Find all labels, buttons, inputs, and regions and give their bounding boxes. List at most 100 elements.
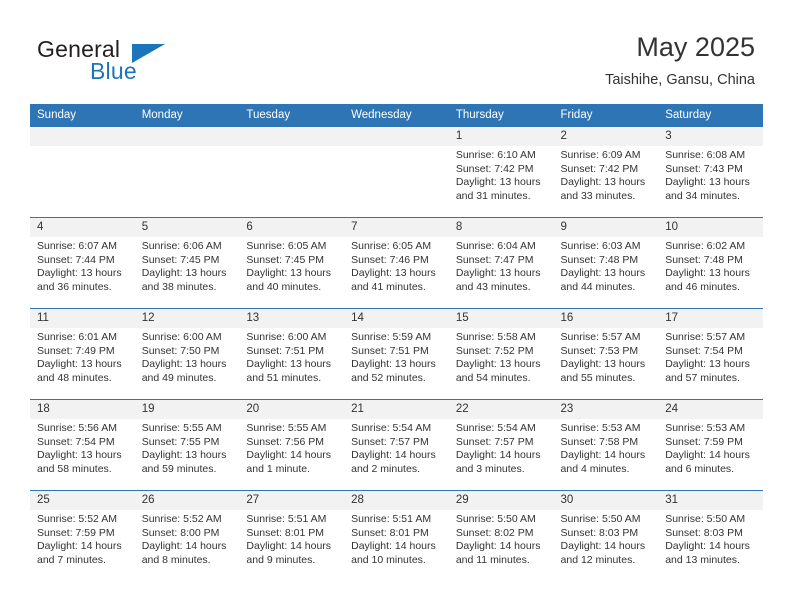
day-number: 11 (30, 309, 135, 328)
calendar-table: Sunday Monday Tuesday Wednesday Thursday… (30, 104, 763, 581)
calendar-day-cell[interactable]: 13 Sunrise: 6:00 AM Sunset: 7:51 PM Dayligh… (239, 308, 345, 400)
day-details: Sunrise: 6:09 AM Sunset: 7:42 PM Daylight:… (554, 146, 659, 203)
day-detail-line: Daylight: 13 hours (351, 358, 436, 371)
weekday-header-wednesday: Wednesday (344, 104, 449, 127)
day-details: Sunrise: 6:06 AM Sunset: 7:45 PM Daylight:… (135, 237, 240, 294)
calendar-day-cell[interactable]: 29 Sunrise: 5:50 AM Sunset: 8:02 PM Dayligh… (448, 490, 554, 581)
day-number: 24 (658, 400, 763, 419)
calendar-day-cell[interactable]: 17 Sunrise: 5:57 AM Sunset: 7:54 PM Dayligh… (658, 308, 763, 400)
calendar-day-cell[interactable]: 3 Sunrise: 6:08 AM Sunset: 7:43 PM Daylight… (658, 126, 763, 218)
day-detail-line: Daylight: 14 hours (141, 540, 227, 553)
day-details: Sunrise: 6:01 AM Sunset: 7:49 PM Daylight:… (30, 328, 135, 385)
day-details: Sunrise: 5:54 AM Sunset: 7:57 PM Daylight:… (344, 419, 449, 476)
calendar-day-cell[interactable]: 24 Sunrise: 5:53 AM Sunset: 7:59 PM Dayligh… (658, 399, 763, 491)
day-number: 7 (344, 218, 449, 237)
day-details: Sunrise: 5:55 AM Sunset: 7:55 PM Daylight:… (135, 419, 240, 476)
calendar-day-cell[interactable]: 23 Sunrise: 5:53 AM Sunset: 7:58 PM Dayligh… (553, 399, 659, 491)
day-detail-line: and 52 minutes. (351, 371, 426, 384)
day-details: Sunrise: 5:51 AM Sunset: 8:01 PM Daylight:… (239, 510, 344, 567)
weekday-header-thursday: Thursday (448, 104, 554, 127)
calendar-day-cell[interactable]: 9 Sunrise: 6:03 AM Sunset: 7:48 PM Daylight… (553, 217, 659, 309)
calendar-day-cell[interactable]: 5 Sunrise: 6:06 AM Sunset: 7:45 PM Daylight… (134, 217, 240, 309)
day-detail-line: Sunrise: 6:03 AM (560, 240, 641, 252)
calendar-day-cell[interactable]: 22 Sunrise: 5:54 AM Sunset: 7:57 PM Dayligh… (448, 399, 554, 491)
day-details: Sunrise: 5:55 AM Sunset: 7:56 PM Daylight:… (239, 419, 344, 476)
day-details: Sunrise: 6:08 AM Sunset: 7:43 PM Daylight:… (658, 146, 763, 203)
day-detail-line: Sunrise: 6:04 AM (455, 240, 536, 252)
calendar-day-cell[interactable]: 6 Sunrise: 6:05 AM Sunset: 7:45 PM Daylight… (239, 217, 345, 309)
calendar-week-row: 25 Sunrise: 5:52 AM Sunset: 7:59 PM Dayligh… (30, 490, 763, 581)
day-detail-line: Sunset: 8:03 PM (560, 526, 639, 539)
page-subtitle: Taishihe, Gansu, China (605, 72, 755, 88)
day-detail-line: Daylight: 14 hours (560, 449, 646, 462)
day-detail-line: Sunset: 7:46 PM (351, 253, 429, 266)
calendar-day-cell[interactable]: 16 Sunrise: 5:57 AM Sunset: 7:53 PM Dayligh… (553, 308, 659, 400)
page-header: General Blue May 2025 Taishihe, Gansu, C… (0, 0, 792, 100)
calendar-day-cell[interactable]: 12 Sunrise: 6:00 AM Sunset: 7:50 PM Dayligh… (134, 308, 240, 400)
page-title: May 2025 (636, 32, 755, 62)
day-details: Sunrise: 6:00 AM Sunset: 7:50 PM Daylight:… (135, 328, 240, 385)
title-block: May 2025 Taishihe, Gansu, China (605, 30, 755, 90)
day-detail-line: Sunset: 7:43 PM (665, 162, 743, 175)
calendar-day-cell[interactable]: 15 Sunrise: 5:58 AM Sunset: 7:52 PM Dayligh… (448, 308, 554, 400)
calendar-day-cell[interactable]: 11 Sunrise: 6:01 AM Sunset: 7:49 PM Dayligh… (30, 308, 135, 400)
day-details: Sunrise: 6:03 AM Sunset: 7:48 PM Daylight:… (554, 237, 659, 294)
calendar-day-cell[interactable]: 8 Sunrise: 6:04 AM Sunset: 7:47 PM Daylight… (448, 217, 554, 309)
calendar-day-cell[interactable]: 1 Sunrise: 6:10 AM Sunset: 7:42 PM Daylight… (448, 126, 554, 218)
day-detail-line: Sunset: 7:54 PM (37, 435, 115, 448)
day-detail-line: and 49 minutes. (141, 371, 217, 384)
calendar-day-cell[interactable]: 10 Sunrise: 6:02 AM Sunset: 7:48 PM Dayligh… (658, 217, 763, 309)
day-detail-line: Sunset: 7:57 PM (455, 435, 534, 448)
calendar-body: 1 Sunrise: 6:10 AM Sunset: 7:42 PM Daylight… (30, 126, 763, 581)
day-details: Sunrise: 6:10 AM Sunset: 7:42 PM Daylight:… (449, 146, 554, 203)
day-detail-line: Daylight: 13 hours (560, 176, 646, 189)
calendar-day-cell[interactable]: 30 Sunrise: 5:50 AM Sunset: 8:03 PM Dayligh… (553, 490, 659, 581)
calendar-day-cell[interactable]: 7 Sunrise: 6:05 AM Sunset: 7:46 PM Daylight… (344, 217, 449, 309)
day-detail-line: Sunset: 7:57 PM (351, 435, 429, 448)
calendar-day-cell[interactable]: 28 Sunrise: 5:51 AM Sunset: 8:01 PM Dayligh… (344, 490, 449, 581)
day-detail-line: and 33 minutes. (560, 189, 636, 202)
weekday-header-row: Sunday Monday Tuesday Wednesday Thursday… (30, 104, 763, 127)
calendar-day-cell[interactable]: 20 Sunrise: 5:55 AM Sunset: 7:56 PM Dayligh… (239, 399, 345, 491)
day-detail-line: and 10 minutes. (351, 553, 426, 566)
day-details: Sunrise: 6:05 AM Sunset: 7:45 PM Daylight:… (239, 237, 344, 294)
day-number: 25 (30, 491, 135, 510)
day-detail-line: Daylight: 14 hours (246, 540, 332, 553)
day-number: 13 (239, 309, 345, 328)
day-detail-line: and 2 minutes. (351, 462, 420, 475)
day-detail-line: Daylight: 14 hours (455, 540, 541, 553)
day-detail-line: Daylight: 13 hours (665, 267, 750, 280)
day-detail-line: Sunset: 8:03 PM (665, 526, 743, 539)
day-detail-line: Sunrise: 5:52 AM (141, 513, 222, 525)
day-detail-line: and 3 minutes. (455, 462, 525, 475)
day-detail-line: Sunrise: 6:02 AM (665, 240, 746, 252)
day-detail-line: Daylight: 13 hours (141, 267, 227, 280)
day-detail-line: Sunrise: 6:00 AM (246, 331, 327, 343)
calendar-day-cell[interactable]: 18 Sunrise: 5:56 AM Sunset: 7:54 PM Dayligh… (30, 399, 135, 491)
day-number: 15 (448, 309, 554, 328)
day-detail-line: Sunset: 7:51 PM (351, 344, 429, 357)
calendar-day-cell[interactable]: 21 Sunrise: 5:54 AM Sunset: 7:57 PM Dayligh… (344, 399, 449, 491)
calendar-day-cell[interactable]: 26 Sunrise: 5:52 AM Sunset: 8:00 PM Dayligh… (134, 490, 240, 581)
day-detail-line: and 8 minutes. (141, 553, 211, 566)
day-detail-line: Sunset: 7:50 PM (141, 344, 220, 357)
calendar-day-cell[interactable]: 14 Sunrise: 5:59 AM Sunset: 7:51 PM Dayligh… (344, 308, 449, 400)
day-detail-line: and 6 minutes. (665, 462, 735, 475)
day-number: 1 (448, 127, 554, 146)
calendar-day-cell[interactable]: 4 Sunrise: 6:07 AM Sunset: 7:44 PM Daylight… (30, 217, 135, 309)
day-number: 23 (553, 400, 659, 419)
day-number: 16 (553, 309, 659, 328)
day-detail-line: Sunrise: 6:05 AM (246, 240, 327, 252)
calendar-day-cell[interactable]: 25 Sunrise: 5:52 AM Sunset: 7:59 PM Dayligh… (30, 490, 135, 581)
day-detail-line: Sunrise: 6:00 AM (141, 331, 222, 343)
day-detail-line: Daylight: 14 hours (665, 449, 750, 462)
calendar-day-cell[interactable]: 19 Sunrise: 5:55 AM Sunset: 7:55 PM Dayligh… (134, 399, 240, 491)
calendar-day-cell[interactable]: 31 Sunrise: 5:50 AM Sunset: 8:03 PM Dayligh… (658, 490, 763, 581)
day-detail-line: Sunrise: 5:50 AM (455, 513, 536, 525)
day-detail-line: Sunrise: 5:55 AM (141, 422, 222, 434)
calendar-day-cell[interactable]: 2 Sunrise: 6:09 AM Sunset: 7:42 PM Daylight… (553, 126, 659, 218)
day-number: 3 (658, 127, 763, 146)
day-detail-line: Daylight: 14 hours (246, 449, 332, 462)
day-detail-line: Daylight: 14 hours (37, 540, 122, 553)
calendar-day-cell[interactable]: 27 Sunrise: 5:51 AM Sunset: 8:01 PM Dayligh… (239, 490, 345, 581)
